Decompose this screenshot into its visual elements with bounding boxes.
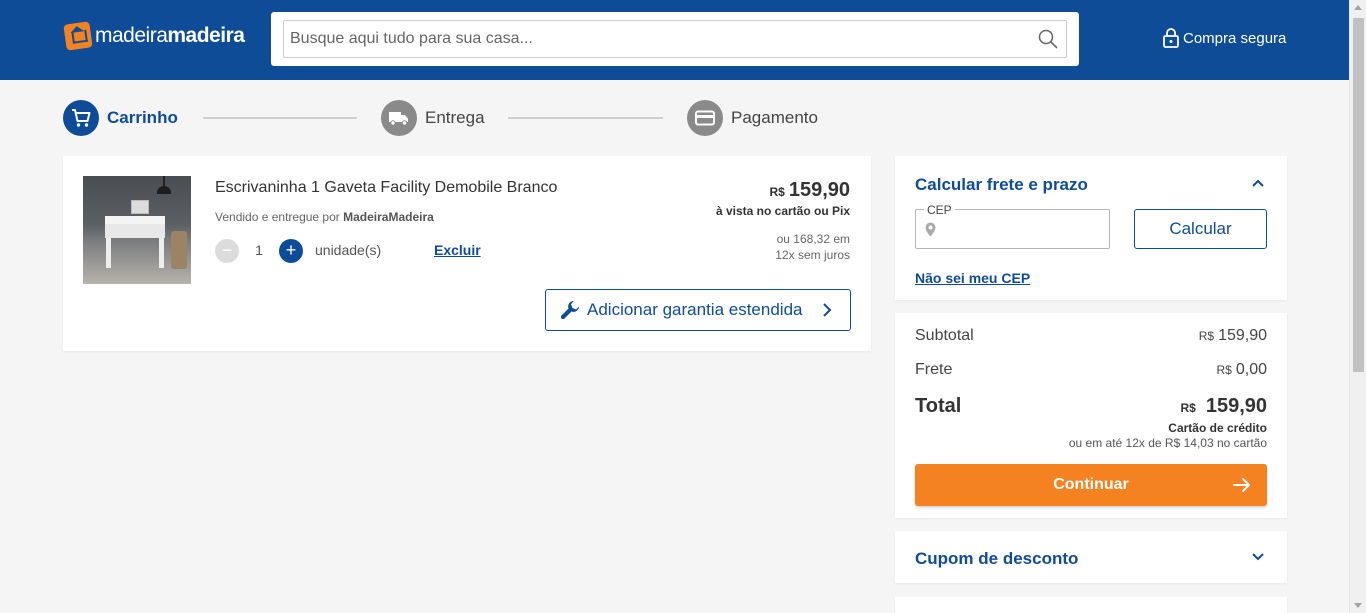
price-value: 159,90	[788, 179, 850, 201]
map-pin-icon	[925, 222, 936, 237]
seller-prefix: Vendido e entregue por	[215, 210, 340, 224]
quantity-unit-label: unidade(s)	[315, 242, 382, 258]
total-amount: 159,90	[1205, 395, 1267, 417]
logo-wordmark: madeiramadeira	[95, 24, 245, 47]
monitor-shape	[131, 200, 149, 214]
page-scrollbar[interactable]	[1349, 0, 1366, 613]
chair-shape	[171, 231, 187, 269]
item-price: R$ 159,90	[769, 179, 850, 202]
desk-leg-shape	[159, 238, 164, 268]
step-cart: Carrinho	[63, 100, 178, 136]
step-delivery-label: Entrega	[425, 108, 485, 127]
desk-leg-shape	[106, 238, 111, 268]
continue-label: Continuar	[1053, 476, 1129, 493]
scroll-thumb[interactable]	[1353, 18, 1364, 372]
subtotal-value: R$ 159,90	[1199, 327, 1267, 345]
desk-top-shape	[105, 216, 165, 224]
arrow-right-icon	[1233, 478, 1250, 492]
secure-purchase: Compra segura	[1162, 27, 1286, 49]
search-bar	[271, 12, 1079, 66]
total-value: R$ 159,90	[1180, 395, 1267, 418]
cart-item-card: Escrivaninha 1 Gaveta Facility Demobile …	[63, 156, 871, 351]
decrease-quantity-button[interactable]: −	[215, 239, 239, 263]
scroll-down-arrow[interactable]	[1354, 603, 1362, 608]
credit-card-icon	[687, 100, 723, 136]
increase-quantity-button[interactable]: +	[279, 239, 303, 263]
calculate-shipping-button[interactable]: Calcular	[1134, 209, 1267, 249]
step-connector	[508, 117, 663, 119]
search-icon[interactable]	[1038, 29, 1058, 49]
wrench-icon	[560, 301, 579, 320]
seller-name: MadeiraMadeira	[343, 210, 434, 224]
lamp-shade-shape	[157, 186, 171, 194]
desk-drawer-shape	[105, 224, 165, 238]
remove-item-link[interactable]: Excluir	[434, 242, 481, 258]
step-payment: Pagamento	[687, 100, 818, 136]
chevron-up-icon[interactable]	[1251, 178, 1265, 188]
chevron-right-icon	[823, 303, 832, 317]
cep-field: CEP	[915, 203, 1110, 249]
scroll-up-arrow[interactable]	[1354, 5, 1362, 10]
product-name[interactable]: Escrivaninha 1 Gaveta Facility Demobile …	[215, 179, 557, 197]
freight-label: Frete	[915, 361, 953, 378]
secure-label: Compra segura	[1183, 29, 1287, 47]
coupon-card[interactable]: Cupom de desconto	[895, 531, 1287, 583]
lock-icon	[1163, 28, 1179, 48]
step-payment-label: Pagamento	[731, 108, 818, 127]
cep-input[interactable]	[942, 218, 1102, 240]
currency-symbol: R$	[1216, 363, 1232, 377]
add-warranty-button[interactable]: Adicionar garantia estendida	[545, 289, 851, 331]
installment-line-1: ou 168,32 em	[776, 232, 850, 246]
product-image[interactable]	[83, 176, 191, 284]
truck-icon	[381, 100, 417, 136]
step-delivery: Entrega	[381, 100, 485, 136]
madeiramadeira-logo[interactable]: madeiramadeira	[63, 21, 245, 51]
currency-symbol: R$	[1198, 329, 1215, 343]
unknown-cep-link[interactable]: Não sei meu CEP	[915, 270, 1030, 286]
total-payment-method: Cartão de crédito	[1168, 421, 1267, 435]
cep-label: CEP	[924, 203, 955, 217]
add-warranty-label: Adicionar garantia estendida	[587, 300, 803, 319]
currency-symbol: R$	[769, 185, 785, 199]
subtotal-amount: 159,90	[1218, 327, 1267, 344]
price-payment-note: à vista no cartão ou Pix	[715, 204, 850, 218]
continue-button[interactable]: Continuar	[915, 464, 1267, 506]
order-summary-card: Subtotal R$ 159,90 Frete R$ 0,00 Total R$ 1…	[895, 313, 1287, 518]
coupon-title: Cupom de desconto	[915, 549, 1079, 568]
total-label: Total	[915, 395, 962, 417]
step-cart-label: Carrinho	[107, 108, 178, 127]
subtotal-label: Subtotal	[915, 327, 974, 344]
chevron-down-icon[interactable]	[1251, 552, 1265, 562]
quantity-value: 1	[255, 242, 263, 258]
total-installments: ou em até 12x de R$ 14,03 no cartão	[1068, 436, 1267, 450]
search-box	[283, 20, 1067, 58]
seller-info: Vendido e entregue por MadeiraMadeira	[215, 210, 434, 224]
shipping-calculator-card: Calcular frete e prazo CEP Calcular Não …	[895, 156, 1287, 300]
step-connector	[203, 117, 357, 119]
cart-icon	[63, 100, 99, 136]
seller-code-card[interactable]	[895, 597, 1287, 613]
house-logo-icon	[63, 21, 93, 51]
top-header: madeiramadeira Compra segura	[0, 0, 1349, 80]
installment-line-2: 12x sem juros	[775, 248, 850, 262]
shipping-title: Calcular frete e prazo	[915, 175, 1088, 194]
freight-value: R$ 0,00	[1217, 361, 1267, 379]
currency-symbol: R$	[1180, 401, 1196, 415]
freight-amount: 0,00	[1235, 361, 1267, 378]
search-input[interactable]	[284, 21, 1066, 57]
